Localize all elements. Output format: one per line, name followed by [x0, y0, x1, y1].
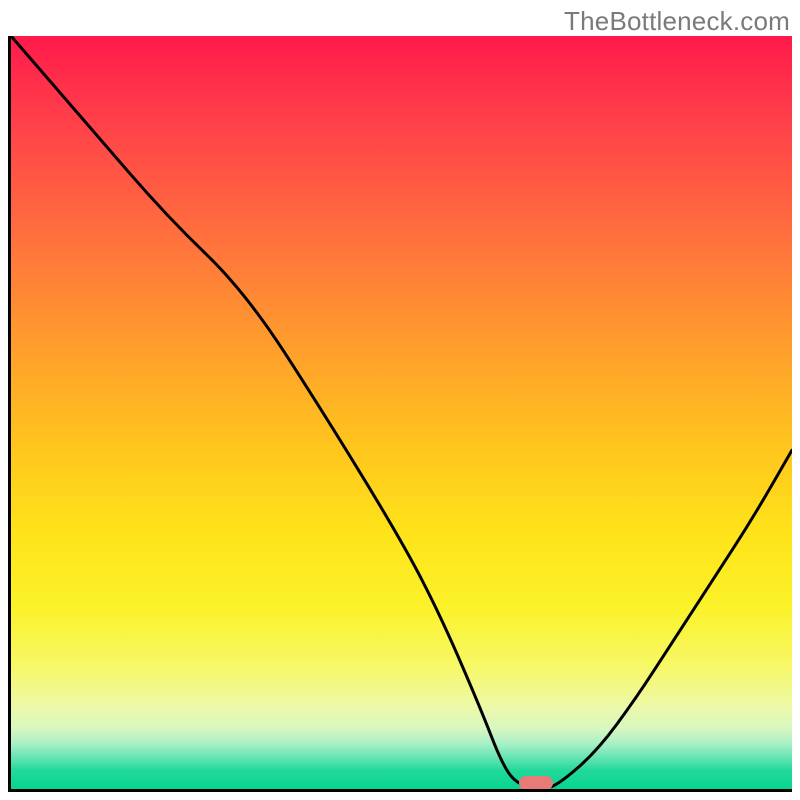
- bottleneck-curve: [11, 36, 792, 789]
- chart-frame: TheBottleneck.com: [0, 0, 800, 800]
- optimal-marker: [519, 776, 553, 790]
- watermark-text: TheBottleneck.com: [564, 6, 790, 37]
- plot-area: [8, 36, 792, 792]
